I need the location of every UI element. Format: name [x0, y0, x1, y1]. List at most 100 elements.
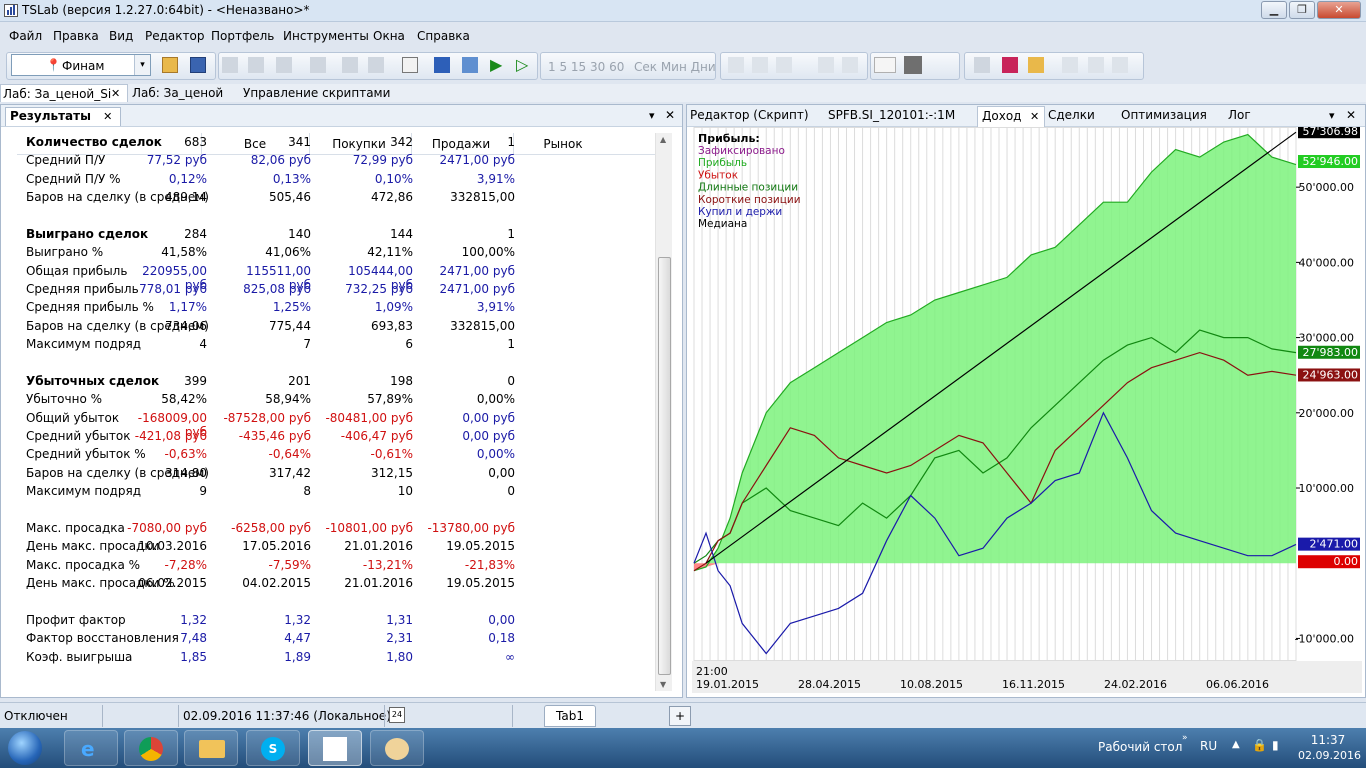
- minimize-button[interactable]: ▁: [1261, 1, 1287, 19]
- tab-tab1[interactable]: Tab1: [544, 705, 596, 727]
- close-icon[interactable]: ✕: [1030, 110, 1039, 123]
- cell-value: 21.01.2016: [344, 539, 413, 553]
- menu-edit[interactable]: Правка: [53, 29, 99, 43]
- menu-view[interactable]: Вид: [109, 29, 133, 43]
- properties-icon[interactable]: [402, 57, 418, 73]
- style-select[interactable]: [874, 57, 896, 73]
- paint-icon[interactable]: [370, 730, 424, 766]
- cell-value: 312,15: [371, 466, 413, 480]
- menu-portfolio[interactable]: Портфель: [211, 29, 274, 43]
- tslab-taskbar-icon[interactable]: [308, 730, 362, 766]
- close-window-button[interactable]: ✕: [1317, 1, 1361, 19]
- cell-value: 100,00%: [461, 245, 515, 259]
- chrome-icon[interactable]: [124, 730, 178, 766]
- menu-file[interactable]: Файл: [9, 29, 42, 43]
- save-layout-icon[interactable]: [974, 57, 990, 73]
- chevron-up-icon[interactable]: »: [1182, 733, 1188, 743]
- open-layout-icon[interactable]: [1028, 57, 1044, 73]
- tab-script-editor[interactable]: Редактор (Скрипт): [690, 108, 809, 122]
- scroll-up-icon[interactable]: ▲: [660, 135, 666, 144]
- ungroup-icon[interactable]: [1088, 57, 1104, 73]
- cell-value: 06.02.2015: [138, 576, 207, 590]
- language-indicator[interactable]: RU: [1200, 739, 1217, 753]
- close-icon[interactable]: ✕: [111, 87, 120, 100]
- results-panel: Результаты ✕ ▾ ✕ Все Покупки Продажи Рын…: [0, 104, 683, 698]
- cell-value: 82,06 руб: [250, 153, 311, 167]
- menu-windows[interactable]: Окна: [373, 29, 405, 43]
- table-row: Баров на сделку (в среднем) 314,80 317,42 3…: [17, 464, 657, 482]
- table-row: Средний П/У 77,52 руб 82,06 руб 72,99 руб 24…: [17, 151, 657, 169]
- clock-date[interactable]: 02.09.2016: [1298, 749, 1361, 762]
- copy-icon[interactable]: [222, 57, 238, 73]
- open-folder-icon[interactable]: [162, 57, 178, 73]
- tab-deals[interactable]: Сделки: [1048, 108, 1095, 122]
- table-row: Коэф. выигрыша 1,85 1,89 1,80 ∞: [17, 648, 657, 666]
- undo-icon[interactable]: [342, 57, 358, 73]
- tab-lab[interactable]: Лаб: За_ценой: [132, 86, 223, 100]
- internet-explorer-icon[interactable]: e: [64, 730, 118, 766]
- tab-optimization[interactable]: Оптимизация: [1121, 108, 1207, 122]
- cell-value: -7,59%: [268, 558, 311, 572]
- tab-script-manager[interactable]: Управление скриптами: [243, 86, 390, 100]
- cell-value: 72,99 руб: [352, 153, 413, 167]
- cell-value: 19.05.2015: [446, 539, 515, 553]
- tab-results[interactable]: Результаты ✕: [5, 107, 122, 126]
- tray-arrow-icon[interactable]: ▲: [1232, 739, 1240, 750]
- cursor-icon[interactable]: [728, 57, 744, 73]
- chart-icon[interactable]: [434, 57, 450, 73]
- menu-tools[interactable]: Инструменты: [283, 29, 369, 43]
- close-icon[interactable]: ✕: [103, 110, 112, 123]
- panel-menu-icon[interactable]: ▾: [649, 109, 655, 122]
- panel-close-icon[interactable]: ✕: [1346, 108, 1356, 122]
- redo-icon[interactable]: [368, 57, 384, 73]
- income-chart[interactable]: -10'000.00 10'000.00 20'000.00 30'000.00 40'…: [692, 125, 1362, 693]
- cut-icon[interactable]: [248, 57, 264, 73]
- paste-icon[interactable]: [276, 57, 292, 73]
- security-icon[interactable]: 🔒: [1252, 738, 1267, 752]
- chevron-down-icon[interactable]: ▾: [134, 55, 150, 75]
- play-icon[interactable]: ▶: [490, 57, 506, 73]
- hline-tool-icon[interactable]: [776, 57, 792, 73]
- panel-menu-icon[interactable]: ▾: [1329, 109, 1335, 122]
- desktop-toolbar-label[interactable]: Рабочий стол: [1098, 740, 1182, 754]
- menu-help[interactable]: Справка: [417, 29, 470, 43]
- skype-icon[interactable]: S: [246, 730, 300, 766]
- tab-income[interactable]: Доход ✕: [977, 106, 1045, 127]
- optimize-icon[interactable]: [462, 57, 478, 73]
- scroll-down-icon[interactable]: ▼: [660, 680, 666, 689]
- text-tool-icon[interactable]: [842, 57, 858, 73]
- provider-value: Финам: [62, 59, 105, 73]
- fibonacci-icon[interactable]: [818, 57, 834, 73]
- step-play-icon[interactable]: ▷: [516, 57, 532, 73]
- provider-select[interactable]: 📍 Финам ▾: [11, 54, 151, 76]
- document-tabs: Лаб: За_ценой_Si ✕ Лаб: За_ценой Управле…: [0, 84, 1366, 102]
- clock-time[interactable]: 11:37: [1300, 733, 1356, 747]
- network-icon[interactable]: ▮: [1272, 738, 1279, 752]
- save-icon[interactable]: [190, 57, 206, 73]
- layout-flag-icon[interactable]: [1002, 57, 1018, 73]
- calendar-icon[interactable]: 24: [389, 707, 405, 723]
- menu-editor[interactable]: Редактор: [145, 29, 204, 43]
- panel-close-icon[interactable]: ✕: [665, 108, 675, 122]
- scrollbar-thumb[interactable]: [658, 257, 671, 675]
- tab-instrument[interactable]: SPFB.SI_120101:-:1M: [828, 108, 955, 122]
- line-tool-icon[interactable]: [752, 57, 768, 73]
- vertical-scrollbar[interactable]: ▲ ▼: [655, 133, 672, 691]
- tab-log[interactable]: Лог: [1228, 108, 1251, 122]
- cell-value: 140: [288, 227, 311, 241]
- cell-value: 41,58%: [161, 245, 207, 259]
- explorer-folder-icon[interactable]: [184, 730, 238, 766]
- cell-value: 1: [507, 227, 515, 241]
- add-tab-button[interactable]: +: [669, 706, 691, 726]
- settings-icon[interactable]: [1112, 57, 1128, 73]
- group-icon[interactable]: [1062, 57, 1078, 73]
- table-row: Баров на сделку (в среднем) 489,14 505,46 4…: [17, 188, 657, 206]
- interval-minutes-buttons[interactable]: 1 5 15 30 60: [548, 60, 624, 74]
- cell-value: 77,52 руб: [146, 153, 207, 167]
- restore-button[interactable]: ❐: [1289, 1, 1315, 19]
- tab-lab-si[interactable]: Лаб: За_ценой_Si ✕: [0, 84, 128, 102]
- color-picker[interactable]: [904, 56, 922, 74]
- delete-icon[interactable]: [310, 57, 326, 73]
- interval-period-buttons[interactable]: Сек Мин Дни: [634, 60, 716, 74]
- start-button[interactable]: [8, 731, 42, 765]
